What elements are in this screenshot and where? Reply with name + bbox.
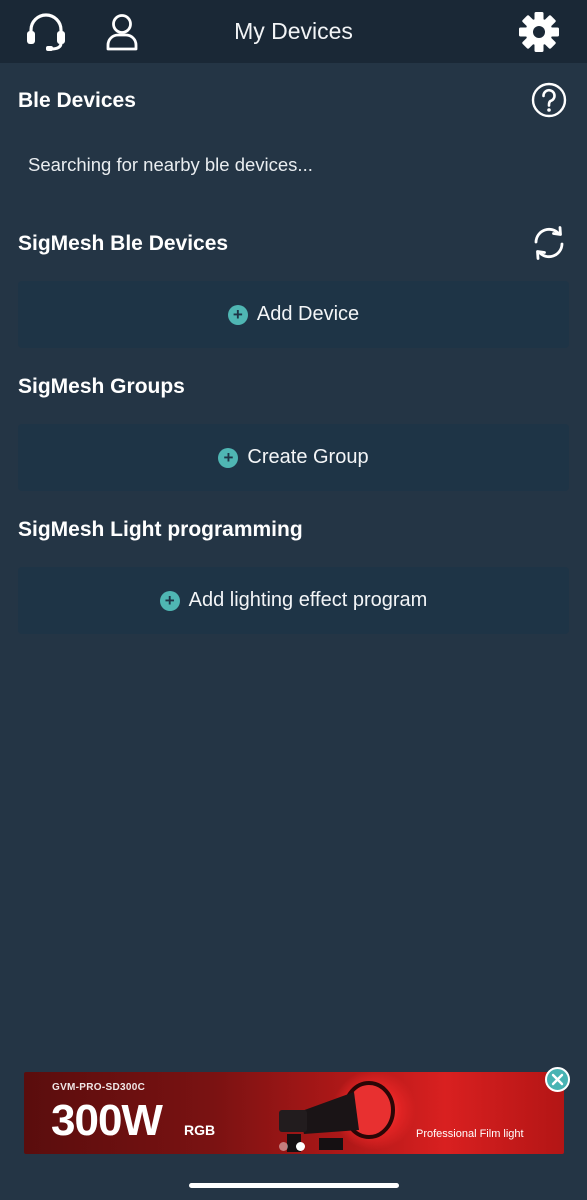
ad-close-button[interactable] [545, 1067, 570, 1092]
plus-icon: + [227, 304, 248, 325]
add-device-button[interactable]: + Add Device [18, 281, 569, 348]
page-title: My Devices [234, 18, 353, 44]
add-lighting-program-button[interactable]: + Add lighting effect program [18, 567, 569, 634]
ad-power: 300W [51, 1096, 163, 1145]
sigmesh-groups-heading: SigMesh Groups [18, 375, 185, 398]
plus-icon: + [218, 447, 239, 468]
add-device-label: Add Device [256, 303, 360, 325]
refresh-icon[interactable] [531, 225, 567, 261]
ad-tagline: Professional Film light [416, 1128, 524, 1140]
create-group-label: Create Group [247, 446, 369, 468]
sigmesh-devices-heading: SigMesh Ble Devices [18, 232, 229, 255]
ble-search-status: Searching for nearby ble devices... [28, 154, 313, 175]
carousel-dot[interactable] [279, 1142, 288, 1151]
help-icon[interactable] [531, 82, 567, 118]
sigmesh-programming-heading: SigMesh Light programming [18, 518, 303, 541]
plus-icon: + [159, 590, 180, 611]
top-bar: My Devices [0, 0, 587, 63]
ad-mode: RGB [184, 1122, 216, 1138]
add-lighting-program-label: Add lighting effect program [188, 589, 428, 611]
ad-model: GVM-PRO-SD300C [52, 1082, 146, 1093]
gear-icon[interactable] [518, 11, 560, 53]
ad-banner[interactable]: GVM-PRO-SD300C 300W RGB Professional Fil… [24, 1072, 564, 1154]
carousel-dot[interactable] [296, 1142, 305, 1151]
home-indicator [189, 1183, 399, 1188]
close-icon [551, 1073, 564, 1086]
create-group-button[interactable]: + Create Group [18, 424, 569, 491]
carousel-dots [279, 1138, 313, 1154]
ble-devices-heading: Ble Devices [18, 89, 136, 112]
